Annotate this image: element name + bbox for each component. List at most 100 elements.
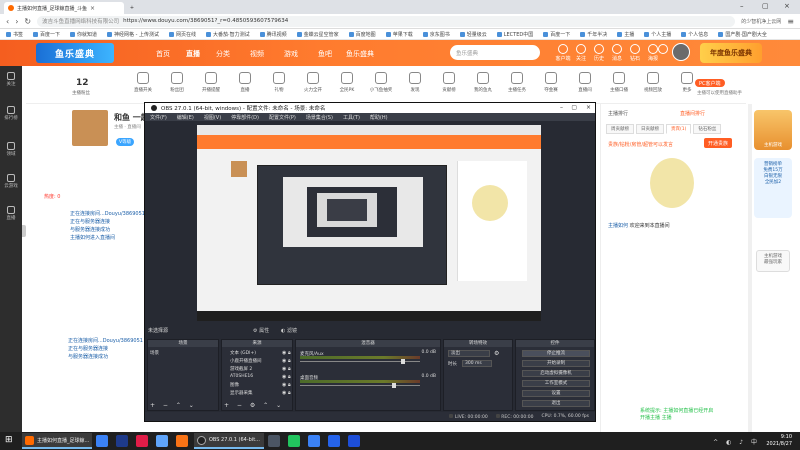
obs-menu-item[interactable]: 视图(V) <box>204 114 221 121</box>
obs-menu-item[interactable]: 编辑(E) <box>177 114 194 121</box>
bookmark-item[interactable]: 京东图书 <box>422 31 450 38</box>
obs-maximize-icon[interactable]: ▢ <box>571 104 577 111</box>
bookmark-item[interactable]: 大番茄·智力测试 <box>206 31 250 38</box>
system-tray-icons[interactable]: ^ ◐ ♪ 中 <box>713 437 760 446</box>
volume-slider[interactable] <box>300 385 420 386</box>
menu-icon[interactable]: ≡ <box>787 17 794 26</box>
taskbar-app-icon[interactable] <box>156 435 168 447</box>
obs-menu-item[interactable]: 工具(T) <box>343 114 360 121</box>
reload-icon[interactable]: ↻ <box>24 17 31 26</box>
sidebar-item-cloudgame[interactable]: 云游戏 <box>0 174 22 189</box>
visibility-icon[interactable]: ◉ 🔒︎ <box>282 358 291 364</box>
sidebar-item-field[interactable]: 领域 <box>0 142 22 157</box>
obs-minimize-icon[interactable]: – <box>560 104 563 111</box>
browser-tab-active[interactable]: 主播如何直播_足球鲸直播_斗鱼 × <box>4 2 124 14</box>
bookmark-item[interactable]: 百度一下 <box>543 31 570 38</box>
source-item[interactable]: 游戏截屏 2 ◉ 🔒︎ <box>230 366 291 372</box>
rank-tab[interactable]: 周贡献榜 <box>606 124 634 134</box>
source-item[interactable]: 显示器采集 ◉ 🔒︎ <box>230 390 291 396</box>
visibility-icon[interactable]: ◉ 🔒︎ <box>282 366 291 372</box>
room-tool-item[interactable]: 主播口播 <box>602 72 636 93</box>
bookmark-item[interactable]: 书签 <box>6 31 23 38</box>
room-rank-link[interactable]: 直播间排行 <box>680 110 705 117</box>
room-tool-item[interactable]: 开播提醒 <box>194 72 228 93</box>
source-item[interactable]: 小鹿开播直播间 ◉ 🔒︎ <box>230 358 291 364</box>
sidebar-item-rank[interactable]: 排行榜 <box>0 106 22 121</box>
nav-live[interactable]: 直播 <box>186 49 200 59</box>
room-tool-item[interactable]: 夺金赛 <box>534 72 568 93</box>
sources-toolbar[interactable]: + − ⚙ ⌃ ⌄ <box>224 402 284 409</box>
minimize-icon[interactable]: – <box>740 2 744 10</box>
sidebar-item-live[interactable]: 直播 <box>0 206 22 221</box>
source-item[interactable]: AT0SHE16 ◉ 🔒︎ <box>230 374 291 380</box>
nav-category[interactable]: 分类 <box>216 49 230 59</box>
bookmark-item[interactable]: 轻量级云 <box>459 31 487 38</box>
transition-settings-icon[interactable]: ⚙ <box>494 350 499 357</box>
room-tool-item[interactable]: 粉丝团 <box>160 72 194 93</box>
open-noble-button[interactable]: 开通贵族 <box>704 138 733 148</box>
volume-knob[interactable] <box>401 359 406 364</box>
user-avatar[interactable] <box>672 43 690 61</box>
source-item[interactable]: 图像 ◉ 🔒︎ <box>230 382 291 388</box>
obs-close-icon[interactable]: × <box>586 104 591 111</box>
welcome-user[interactable]: 主播如何 <box>608 223 628 229</box>
taskbar-app-icon[interactable] <box>176 435 188 447</box>
festival-badge[interactable]: 年度鱼乐盛典 <box>700 43 762 63</box>
nav-home[interactable]: 首页 <box>156 49 170 59</box>
header-creator[interactable] <box>656 44 670 55</box>
room-tool-item[interactable]: 贡献榜 <box>432 72 466 93</box>
close-icon[interactable]: × <box>90 5 95 12</box>
taskbar-task-browser[interactable]: 主播如何直播_足球鲸... <box>22 433 92 449</box>
nav-yuba[interactable]: 鱼吧 <box>318 49 332 59</box>
obs-preview[interactable] <box>197 125 541 321</box>
obs-menu-item[interactable]: 帮助(H) <box>370 114 388 121</box>
room-tool-item[interactable]: 火力全开 <box>296 72 330 93</box>
room-tool-item[interactable]: 我的鱼丸 <box>466 72 500 93</box>
sidebar-collapse-handle[interactable] <box>22 225 26 237</box>
system-clock[interactable]: 9:10 2021/8/27 <box>766 434 792 448</box>
streamer-avatar[interactable] <box>72 110 108 146</box>
control-button[interactable]: 开始录制 <box>522 360 590 367</box>
new-tab-button[interactable]: + <box>126 2 138 14</box>
bookmark-item[interactable]: 金蝶云星空管家 <box>296 31 339 38</box>
bookmark-item[interactable]: LECTED中国 <box>496 31 533 38</box>
bookmark-item[interactable]: 主播 <box>617 31 634 38</box>
rank-tab[interactable]: 钻石粉丝 <box>693 124 722 134</box>
taskbar-app-icon[interactable] <box>96 435 108 447</box>
nav-game[interactable]: 游戏 <box>284 49 298 59</box>
bookmark-item[interactable]: 你就知道 <box>70 31 97 38</box>
room-tool-item[interactable]: 直播间 <box>568 72 602 93</box>
control-button[interactable]: 设置 <box>522 390 590 397</box>
forward-icon[interactable]: › <box>15 17 18 26</box>
taskbar-app-icon[interactable] <box>328 435 340 447</box>
room-tool-item[interactable]: 直播 <box>228 72 262 93</box>
taskbar-app-icon[interactable] <box>308 435 320 447</box>
visibility-icon[interactable]: ◉ 🔒︎ <box>282 374 291 380</box>
anchor-rank-link[interactable]: 主播排行 <box>608 110 628 117</box>
taskbar-app-icon[interactable] <box>268 435 280 447</box>
control-button[interactable]: 停止推流 <box>522 350 590 357</box>
search-input[interactable]: 鱼乐盛典 <box>450 45 540 60</box>
room-tool-item[interactable]: 直播开关 <box>126 72 160 93</box>
room-tool-item[interactable]: 全民PK <box>330 72 364 93</box>
bookmark-item[interactable]: 网页在线 <box>169 31 196 38</box>
scene-item[interactable]: 场景 <box>150 350 159 356</box>
transition-select[interactable]: 淡出 <box>448 350 490 357</box>
duration-input[interactable]: 300 ms <box>462 360 492 367</box>
bookmark-item[interactable]: 腾讯视频 <box>259 31 287 38</box>
douyu-logo[interactable]: 鱼乐盛典 <box>36 43 114 63</box>
taskbar-app-icon[interactable] <box>136 435 148 447</box>
properties-button[interactable]: ⚙ 属性 <box>253 327 269 334</box>
control-button[interactable]: 工作室模式 <box>522 380 590 387</box>
room-tool-item[interactable]: 礼物 <box>262 72 296 93</box>
maximize-icon[interactable]: ▢ <box>762 2 769 10</box>
bookmark-item[interactable]: 个人主播 <box>644 31 671 38</box>
taskbar-task-obs[interactable]: OBS 27.0.1 (64-bit... <box>194 433 264 449</box>
promo-host-game[interactable]: 主机游戏 <box>754 110 792 150</box>
bookmark-item[interactable]: 神经网格 - 上传测试 <box>107 31 159 38</box>
source-item[interactable]: 文本 (GDI+) ◉ 🔒︎ <box>230 350 291 356</box>
close-window-icon[interactable]: × <box>784 2 790 10</box>
promo-console[interactable]: 主机游戏 最强玩家 <box>756 250 790 272</box>
filters-button[interactable]: ◐ 滤镜 <box>281 327 297 334</box>
volume-knob[interactable] <box>391 383 396 388</box>
